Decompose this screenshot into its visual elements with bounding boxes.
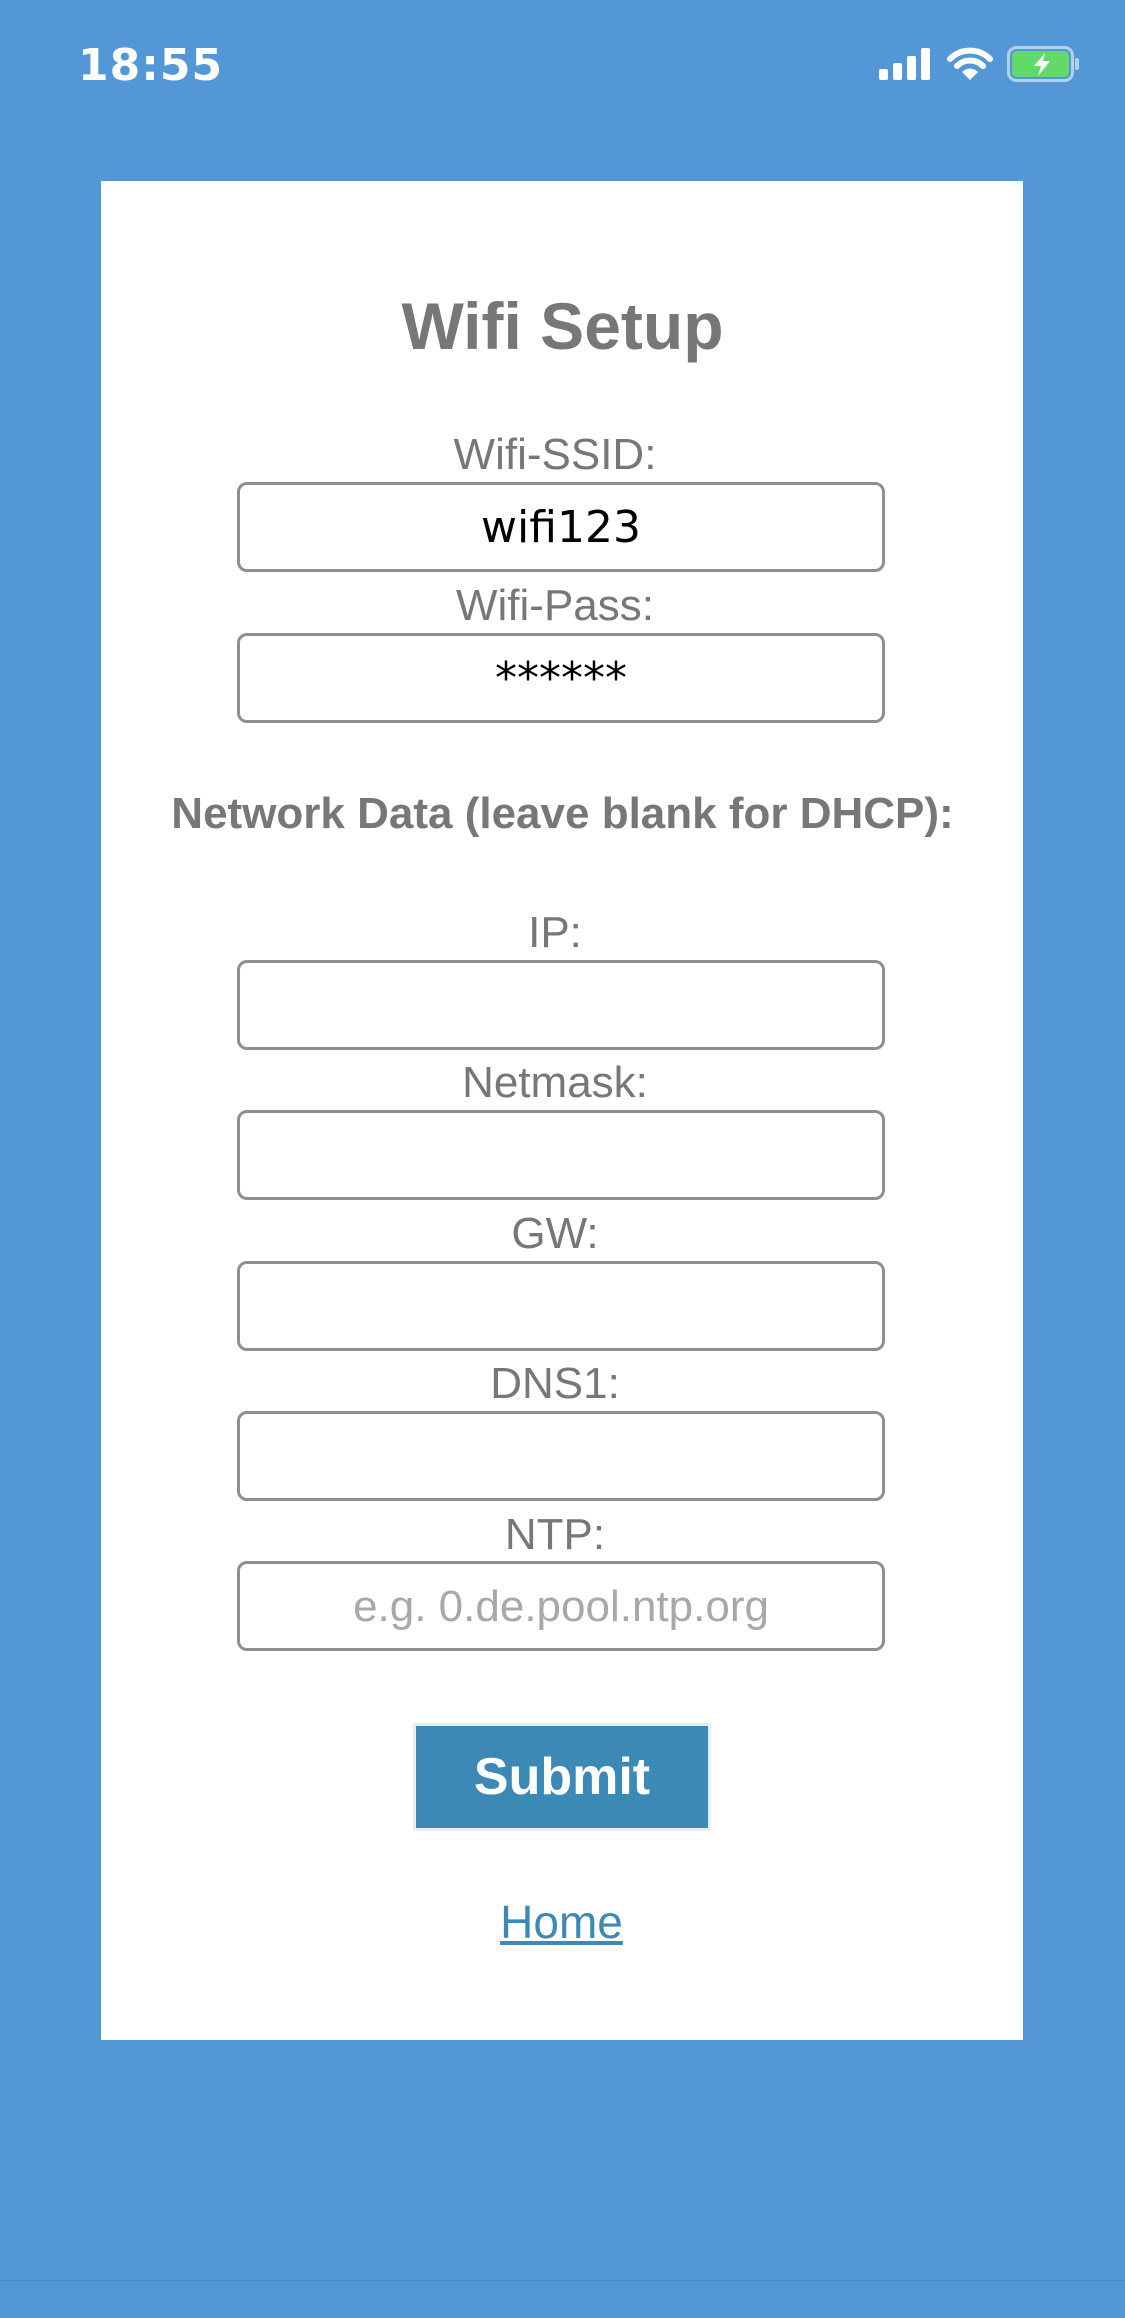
wifi-icon	[947, 47, 993, 86]
status-icons	[879, 46, 1081, 87]
gateway-label: GW:	[511, 1209, 599, 1258]
dns1-input[interactable]	[237, 1411, 885, 1501]
gateway-input[interactable]	[237, 1261, 885, 1351]
password-input[interactable]	[237, 633, 885, 723]
bottom-divider	[0, 2280, 1125, 2281]
netmask-input[interactable]	[237, 1110, 885, 1200]
ip-input[interactable]	[237, 960, 885, 1050]
ssid-label: Wifi-SSID:	[453, 430, 657, 479]
netmask-label: Netmask:	[462, 1058, 648, 1107]
submit-button[interactable]: Submit	[413, 1723, 711, 1831]
ip-label: IP:	[528, 908, 582, 957]
ntp-input[interactable]	[237, 1561, 885, 1651]
network-data-heading: Network Data (leave blank for DHCP):	[171, 789, 954, 838]
ssid-input[interactable]	[237, 482, 885, 572]
cellular-signal-icon	[879, 48, 933, 85]
page-title: Wifi Setup	[401, 289, 724, 363]
ntp-label: NTP:	[504, 1510, 606, 1559]
battery-charging-icon	[1007, 46, 1081, 87]
status-bar: 18:55	[0, 0, 1125, 140]
dns1-label: DNS1:	[490, 1359, 620, 1408]
home-link[interactable]: Home	[0, 1895, 1123, 1949]
password-label: Wifi-Pass:	[456, 581, 654, 630]
status-time: 18:55	[78, 40, 224, 91]
